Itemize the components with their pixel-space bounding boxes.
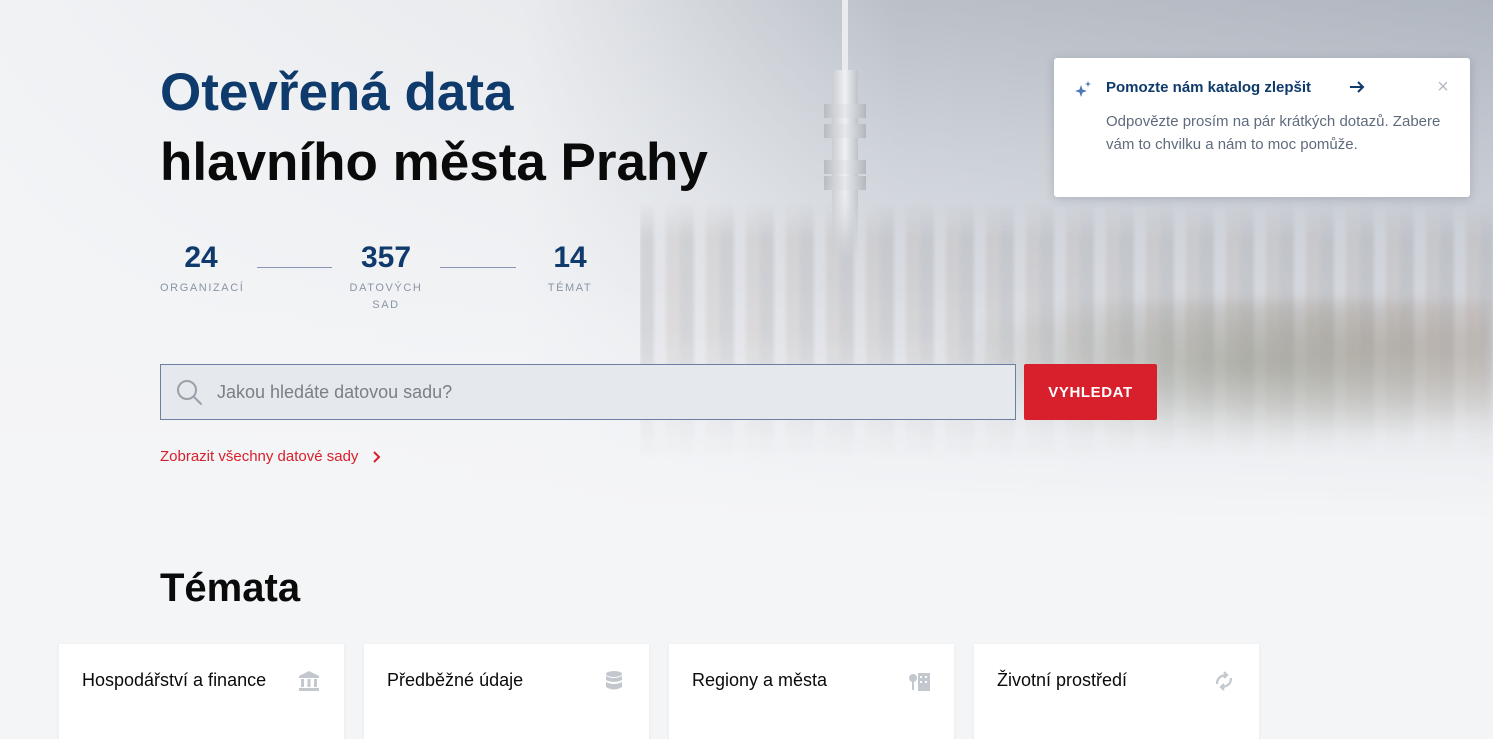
all-datasets-link[interactable]: Zobrazit všechny datové sady — [160, 448, 384, 465]
page-title-line-1: Otevřená data — [160, 63, 514, 122]
feedback-description: Odpovězte prosím na pár krátkých dotazů.… — [1106, 113, 1441, 153]
search-button[interactable]: VYHLEDAT — [1024, 364, 1157, 420]
stat-datasets: 357 DATOVÝCH SAD — [348, 240, 424, 314]
city-icon — [908, 670, 930, 692]
arrow-right-icon[interactable] — [1348, 78, 1366, 96]
stat-value: 357 — [360, 241, 412, 274]
stats-bar: 24 ORGANIZACÍ 357 DATOVÝCH SAD 14 TÉMAT — [160, 240, 600, 320]
search-icon — [175, 378, 203, 406]
stat-label: TÉMAT — [547, 282, 593, 294]
stat-topics: 14 TÉMAT — [544, 240, 596, 297]
bank-icon — [298, 670, 320, 692]
stat-divider — [440, 267, 516, 268]
topics-heading: Témata — [160, 566, 301, 610]
stat-value: 14 — [553, 241, 587, 274]
database-icon — [603, 670, 625, 692]
all-datasets-link-label: Zobrazit všechny datové sady — [160, 448, 359, 465]
page-title: Otevřená data hlavního města Prahy — [160, 66, 708, 189]
topic-card-economy[interactable]: Hospodářství a finance — [59, 644, 344, 739]
topic-card-regions[interactable]: Regiony a města — [669, 644, 954, 739]
close-icon[interactable]: × — [1434, 77, 1452, 97]
stat-label: DATOVÝCH SAD — [349, 282, 423, 311]
feedback-popup: Pomozte nám katalog zlepšit × Odpovězte … — [1054, 58, 1470, 197]
topic-card-label: Životní prostředí — [997, 670, 1128, 690]
topic-card-label: Předběžné údaje — [387, 670, 524, 690]
page-title-line-2: hlavního města Prahy — [160, 133, 708, 192]
stat-label: ORGANIZACÍ — [160, 282, 245, 294]
search-box — [160, 364, 1016, 420]
feedback-title-link[interactable]: Pomozte nám katalog zlepšit — [1106, 79, 1311, 96]
tv-tower — [822, 0, 866, 260]
topic-card-environment[interactable]: Životní prostředí — [974, 644, 1259, 739]
sparkle-icon — [1074, 80, 1092, 98]
search-input[interactable] — [217, 365, 1015, 419]
stat-divider — [257, 267, 332, 268]
chevron-right-icon — [370, 450, 384, 464]
stat-organizations: 24 ORGANIZACÍ — [160, 240, 245, 297]
stat-value: 24 — [184, 241, 218, 274]
topic-card-label: Regiony a města — [692, 670, 828, 690]
topic-card-label: Hospodářství a finance — [82, 670, 267, 690]
recycle-icon — [1213, 670, 1235, 692]
topic-card-preliminary[interactable]: Předběžné údaje — [364, 644, 649, 739]
